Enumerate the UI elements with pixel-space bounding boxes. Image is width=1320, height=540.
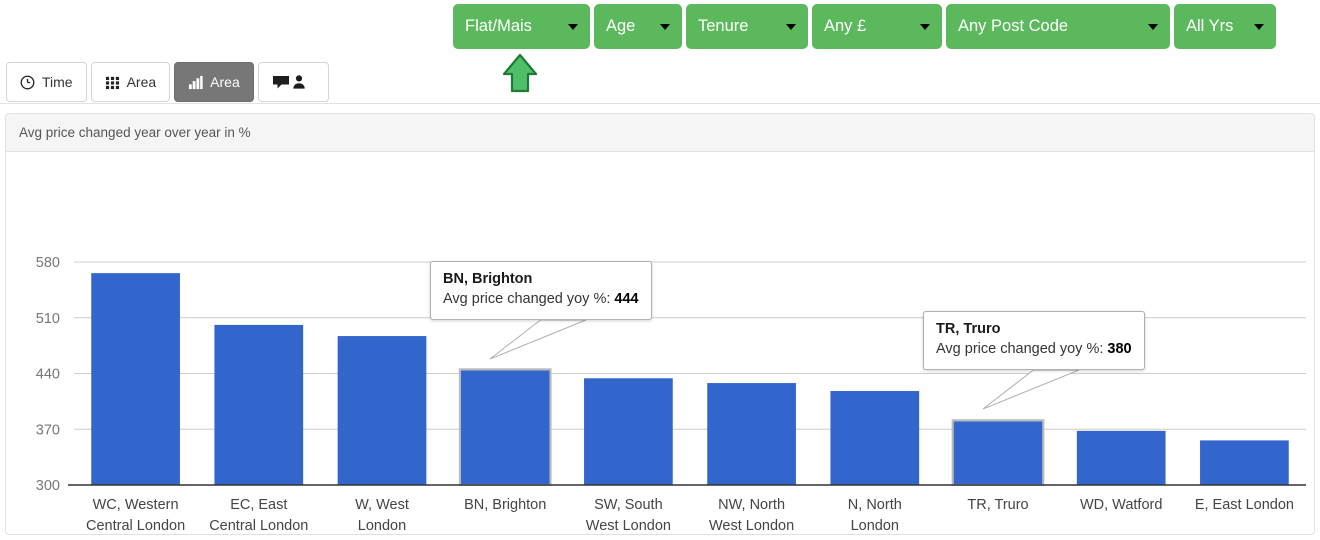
tab-time[interactable]: Time bbox=[6, 62, 87, 102]
bar-chart-icon bbox=[188, 75, 203, 90]
bars-group bbox=[91, 273, 1289, 486]
tooltip-metric-label: Avg price changed yoy %: bbox=[936, 341, 1108, 357]
filter-button-any-post-code[interactable]: Any Post Code bbox=[946, 4, 1170, 49]
y-tick-label: 300 bbox=[36, 478, 60, 494]
filter-button-label: Any Post Code bbox=[958, 17, 1069, 35]
tab-label: Area bbox=[210, 74, 240, 90]
tab-label: Time bbox=[42, 74, 73, 90]
tooltip-metric-label: Avg price changed yoy %: bbox=[443, 291, 615, 307]
tab-comments[interactable] bbox=[257, 62, 329, 102]
bar[interactable] bbox=[830, 391, 920, 485]
y-tick-label: 370 bbox=[36, 422, 60, 438]
x-tick-label: London bbox=[358, 518, 406, 534]
x-tick-label: West London bbox=[709, 518, 794, 534]
filter-button-flat-mais[interactable]: Flat/Mais bbox=[453, 4, 590, 49]
tooltip-title: BN, Brighton bbox=[443, 271, 533, 287]
x-tick-label: EC, East bbox=[230, 497, 287, 513]
x-tick-label: N, North bbox=[848, 497, 902, 513]
tooltip-metric-value: 444 bbox=[614, 291, 639, 307]
filter-button-label: Any £ bbox=[824, 17, 867, 35]
x-tick-label: SW, South bbox=[594, 497, 663, 513]
header-divider bbox=[0, 103, 1320, 104]
y-axis-tick-labels: 300 370 440 510 580 bbox=[36, 255, 60, 494]
filter-button-age[interactable]: Age bbox=[594, 4, 682, 49]
bar[interactable] bbox=[460, 370, 550, 485]
tooltip-body: Avg price changed yoy %: 380 bbox=[936, 339, 1132, 360]
bar[interactable] bbox=[214, 324, 304, 485]
x-tick-label: WD, Watford bbox=[1080, 497, 1162, 513]
filter-button-label: Flat/Mais bbox=[465, 17, 532, 35]
filter-button-label: Tenure bbox=[698, 17, 749, 35]
x-tick-label: W, West bbox=[355, 497, 409, 513]
tab-area-grid[interactable]: Area bbox=[90, 62, 171, 102]
x-tick-label: Central London bbox=[86, 518, 185, 534]
y-tick-label: 510 bbox=[36, 311, 60, 327]
filter-button-label: Age bbox=[606, 17, 636, 35]
bar[interactable] bbox=[337, 336, 427, 485]
filter-button-label: All Yrs bbox=[1186, 17, 1234, 35]
tooltip-title: TR, Truro bbox=[936, 321, 1001, 337]
chart-panel-header: Avg price changed year over year in % bbox=[6, 114, 1314, 152]
chevron-down-icon bbox=[568, 23, 578, 30]
y-tick-label: 580 bbox=[36, 255, 60, 271]
chevron-down-icon bbox=[660, 23, 670, 30]
x-tick-label: West London bbox=[586, 518, 671, 534]
panel-title: Avg price changed year over year in % bbox=[19, 125, 251, 140]
tab-label: Area bbox=[126, 74, 157, 90]
tooltip-callout-stem bbox=[982, 368, 1103, 416]
bar[interactable] bbox=[953, 421, 1043, 485]
x-tick-label: E, East London bbox=[1195, 497, 1294, 513]
tab-area-chart[interactable]: Area bbox=[174, 62, 254, 102]
clock-icon bbox=[20, 75, 35, 90]
chevron-down-icon bbox=[920, 23, 930, 30]
x-tick-label: BN, Brighton bbox=[464, 497, 546, 513]
grid-icon bbox=[105, 75, 120, 90]
up-arrow-icon bbox=[501, 52, 539, 94]
x-tick-label: London bbox=[851, 518, 899, 534]
comment-user-icon bbox=[272, 74, 308, 90]
chevron-down-icon bbox=[1148, 23, 1158, 30]
bar[interactable] bbox=[584, 378, 673, 485]
x-tick-label: WC, Western bbox=[93, 497, 179, 513]
tooltip-callout-stem bbox=[489, 318, 610, 366]
tooltip-body: Avg price changed yoy %: 444 bbox=[443, 289, 639, 310]
bar[interactable] bbox=[1200, 440, 1289, 485]
x-tick-label: TR, Truro bbox=[967, 497, 1028, 513]
bar[interactable] bbox=[1076, 430, 1166, 485]
filter-button-tenure[interactable]: Tenure bbox=[686, 4, 808, 49]
chart-tooltip: BN, Brighton Avg price changed yoy %: 444 bbox=[430, 261, 652, 320]
filter-bar: Flat/Mais Age Tenure Any £ Any Post Code All … bbox=[0, 0, 1320, 52]
bar[interactable] bbox=[91, 273, 180, 485]
tooltip-metric-value: 380 bbox=[1107, 341, 1132, 357]
filter-button-all-yrs[interactable]: All Yrs bbox=[1174, 4, 1276, 49]
x-tick-label: Central London bbox=[209, 518, 308, 534]
x-tick-label: NW, North bbox=[718, 497, 785, 513]
chevron-down-icon bbox=[786, 23, 796, 30]
chart-tooltip: TR, Truro Avg price changed yoy %: 380 bbox=[923, 311, 1145, 370]
x-axis-tick-labels: WC, Western Central London EC, East Central… bbox=[86, 497, 1294, 534]
view-tab-bar: Time Area Area bbox=[6, 62, 329, 102]
chevron-down-icon bbox=[1254, 23, 1264, 30]
y-tick-label: 440 bbox=[36, 367, 60, 383]
bar[interactable] bbox=[707, 383, 796, 485]
filter-button-any[interactable]: Any £ bbox=[812, 4, 942, 49]
